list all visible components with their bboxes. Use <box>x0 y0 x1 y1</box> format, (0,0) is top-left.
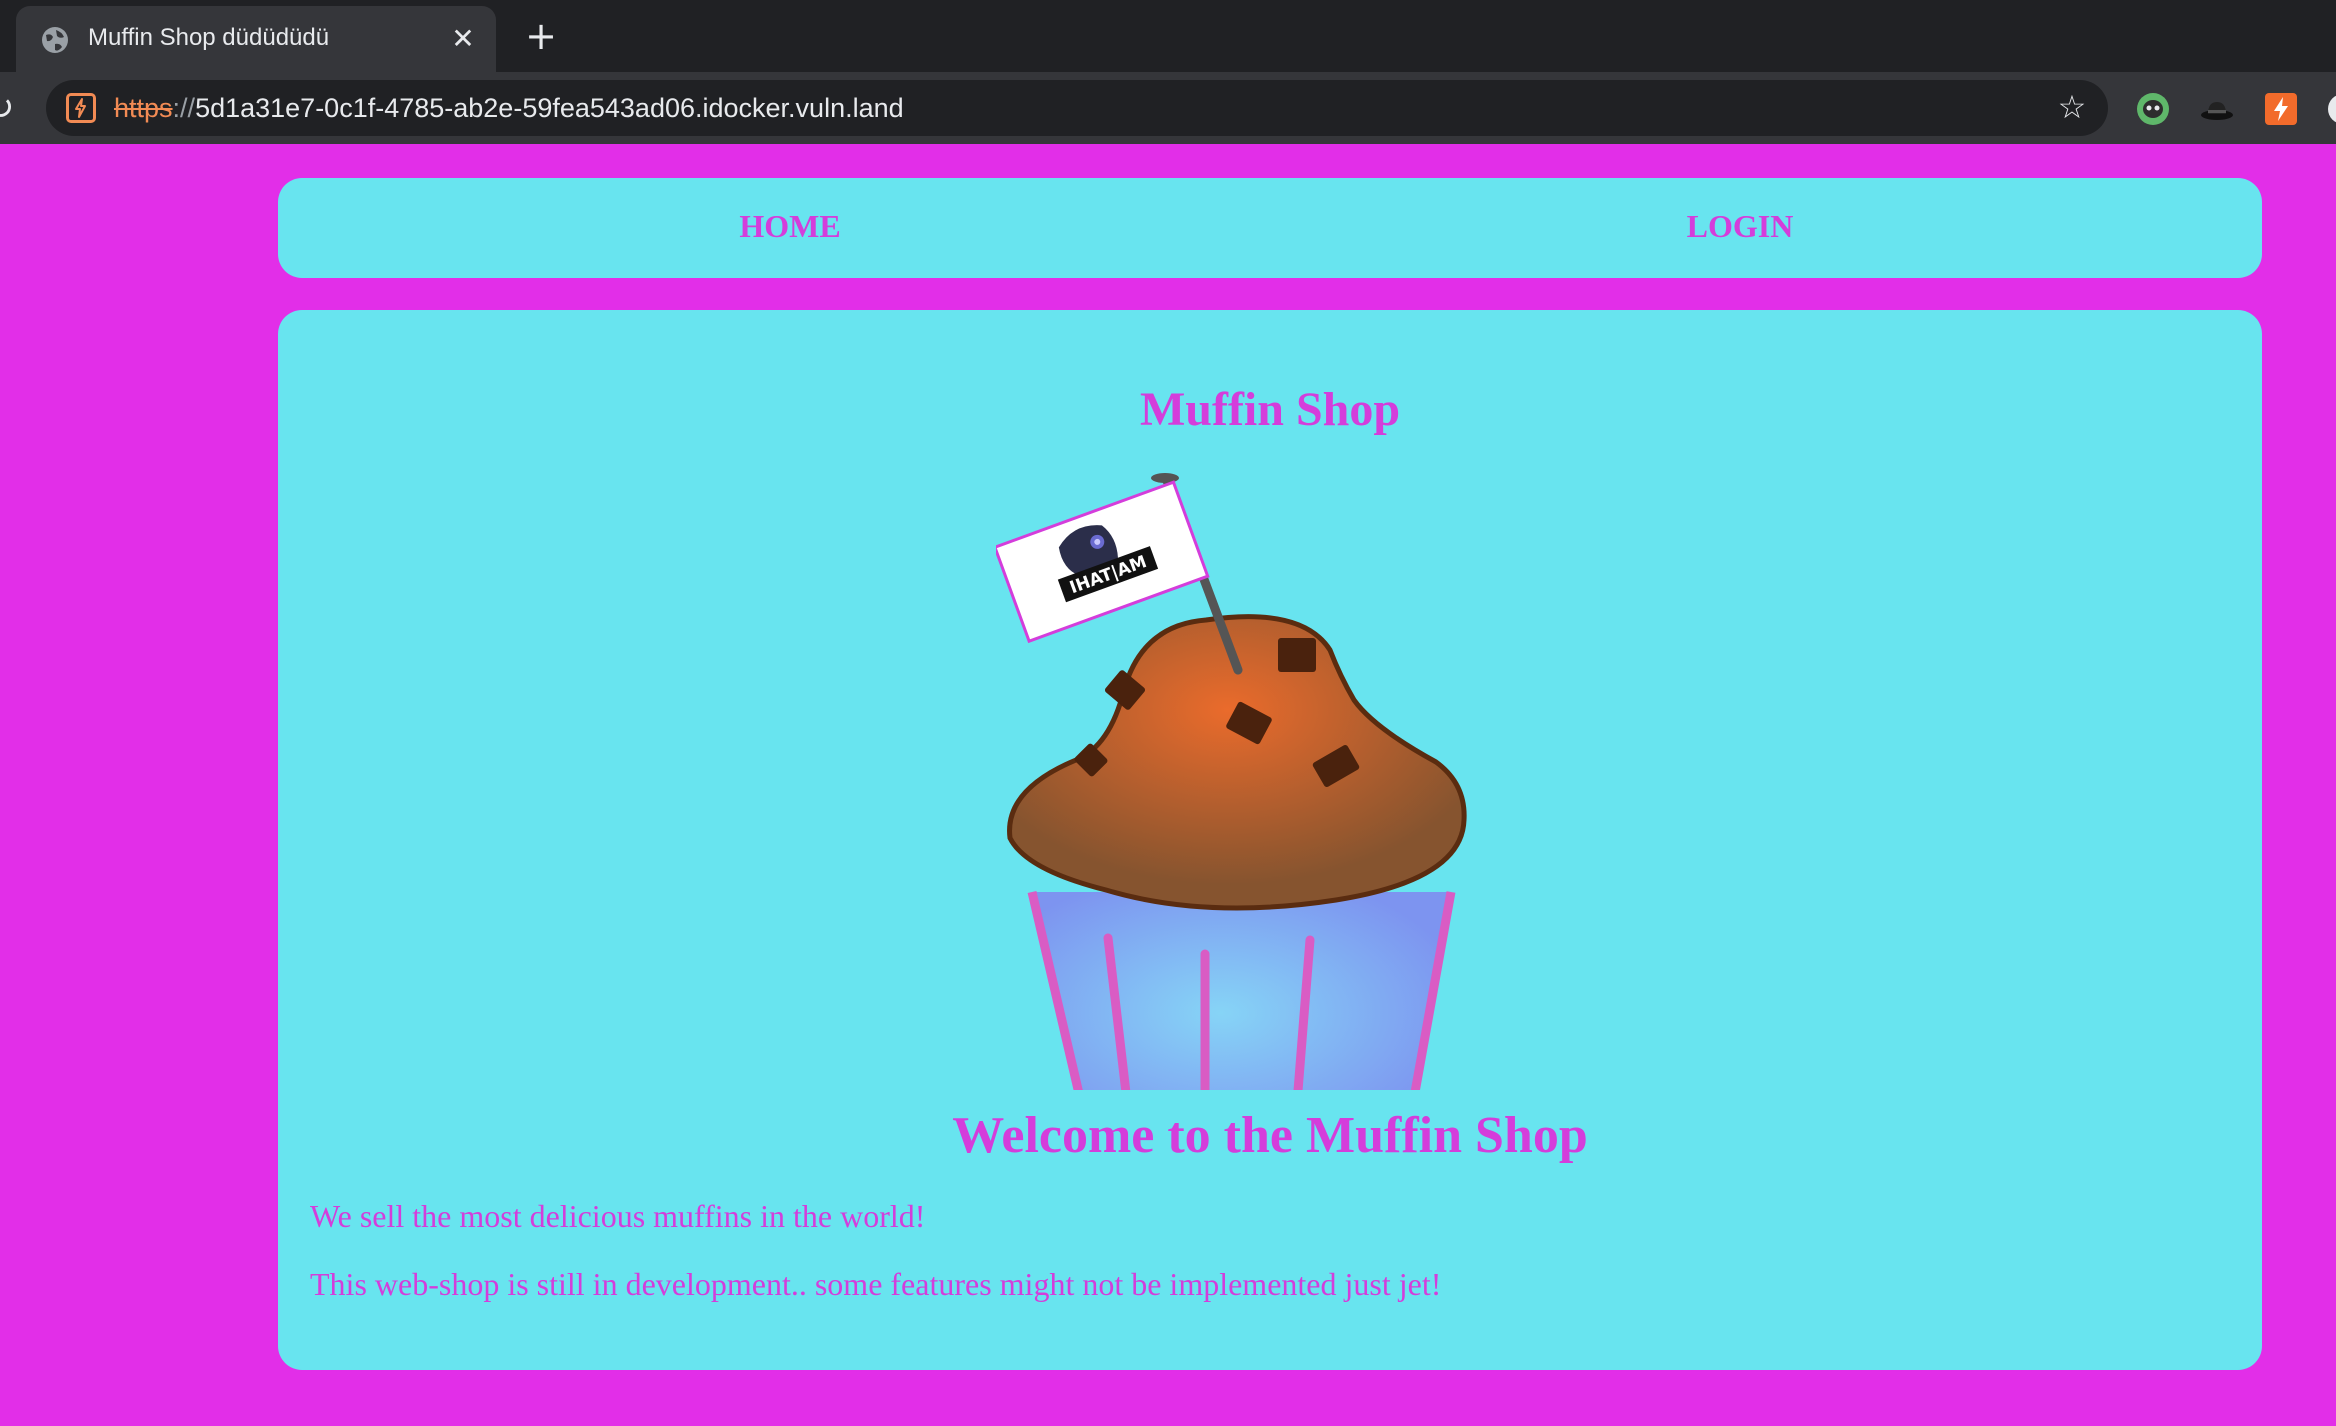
tab-title: Muffin Shop düdüdüdü <box>88 24 330 51</box>
close-tab-icon[interactable]: ✕ <box>446 22 480 56</box>
intro-paragraph: We sell the most delicious muffins in th… <box>310 1198 926 1234</box>
development-notice: This web-shop is still in development.. … <box>310 1266 1442 1302</box>
extension-hat-icon[interactable] <box>2200 92 2234 126</box>
profile-icon[interactable] <box>2326 92 2336 126</box>
url-separator: :// <box>172 93 196 123</box>
new-tab-icon[interactable]: + <box>522 17 560 56</box>
extension-bolt-icon[interactable] <box>2264 92 2298 126</box>
browser-tab-bar: Muffin Shop düdüdüdü ✕ + <box>0 0 2336 72</box>
url-text[interactable]: https://5d1a31e7-0c1f-4785-ab2e-59fea543… <box>114 93 904 124</box>
browser-toolbar: ↻ https://5d1a31e7-0c1f-4785-ab2e-59fea5… <box>0 72 2336 144</box>
not-secure-icon[interactable] <box>66 93 96 123</box>
reload-icon[interactable]: ↻ <box>0 88 22 128</box>
muffin-illustration: IHAT|AM <box>996 473 1467 1090</box>
extension-cat-icon[interactable] <box>2136 92 2170 126</box>
nav-home-link[interactable]: HOME <box>278 208 1302 245</box>
url-host: 5d1a31e7-0c1f-4785-ab2e-59fea543ad06.ido… <box>195 93 904 123</box>
main-content: Muffin Shop IHAT|AM Welcome to the Muffi… <box>278 310 2262 1370</box>
url-scheme: https <box>114 93 173 123</box>
nav-login-link[interactable]: LOGIN <box>1228 208 2252 245</box>
globe-icon <box>42 27 68 53</box>
page-title: Muffin Shop <box>1139 383 1401 436</box>
bookmark-star-icon[interactable]: ☆ <box>2054 89 2090 125</box>
browser-tab[interactable]: Muffin Shop düdüdüdü ✕ <box>16 6 496 72</box>
welcome-heading: Welcome to the Muffin Shop <box>952 1107 1588 1164</box>
site-nav: HOME LOGIN <box>278 178 2262 278</box>
address-bar[interactable]: https://5d1a31e7-0c1f-4785-ab2e-59fea543… <box>46 80 2108 136</box>
